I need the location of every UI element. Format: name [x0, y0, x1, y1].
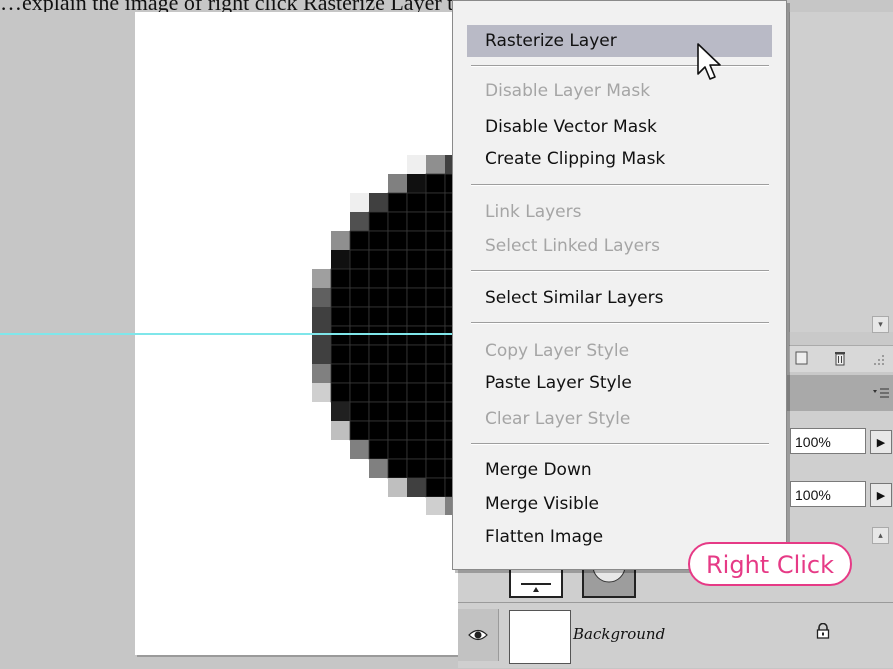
trash-icon[interactable] [833, 349, 847, 367]
layer-name: Background [573, 625, 666, 643]
new-layer-icon[interactable] [795, 350, 809, 366]
menu-item-merge-down[interactable]: Merge Down [467, 454, 772, 486]
menu-item-create-clipping-mask[interactable]: Create Clipping Mask [467, 143, 772, 175]
opacity-field[interactable]: 100% [790, 428, 866, 454]
layer-row-background[interactable]: Background [458, 602, 893, 669]
panel-toolbar [789, 345, 893, 372]
layer-context-menu: Rasterize Layer Disable Layer Mask Disab… [452, 0, 787, 570]
eye-icon [468, 629, 488, 641]
guide-line [0, 333, 458, 335]
navigator-panel [789, 12, 893, 332]
layer-visibility-toggle[interactable] [458, 609, 499, 661]
scroll-up-icon[interactable]: ▴ [872, 527, 889, 544]
fill-chevron-right-icon[interactable]: ▶ [870, 483, 892, 507]
lock-icon [816, 623, 830, 639]
arrow-cursor-icon [697, 43, 721, 80]
menu-item-merge-visible[interactable]: Merge Visible [467, 488, 772, 520]
pixel-circle-artwork [312, 155, 474, 515]
menu-item-disable-vector-mask[interactable]: Disable Vector Mask [467, 111, 772, 143]
menu-item-select-linked-layers: Select Linked Layers [485, 236, 660, 256]
layer-thumbnail [509, 610, 571, 664]
menu-separator [471, 270, 769, 272]
scroll-down-icon[interactable]: ▾ [872, 316, 889, 333]
menu-separator [471, 322, 769, 324]
fill-field[interactable]: 100% [790, 481, 866, 507]
menu-separator [471, 65, 769, 67]
menu-item-disable-layer-mask: Disable Layer Mask [485, 81, 651, 101]
menu-item-copy-layer-style: Copy Layer Style [485, 341, 630, 361]
panel-menu-icon[interactable] [872, 387, 890, 399]
menu-item-paste-layer-style[interactable]: Paste Layer Style [467, 367, 772, 399]
menu-separator [471, 443, 769, 445]
menu-item-select-similar-layers[interactable]: Select Similar Layers [467, 282, 772, 314]
menu-item-rasterize-layer[interactable]: Rasterize Layer [467, 25, 772, 57]
right-click-callout: Right Click [688, 542, 852, 586]
menu-separator [471, 184, 769, 186]
menu-item-link-layers: Link Layers [485, 202, 582, 222]
opacity-chevron-right-icon[interactable]: ▶ [870, 430, 892, 454]
resize-grip-icon[interactable] [869, 352, 885, 366]
menu-item-clear-layer-style: Clear Layer Style [485, 409, 631, 429]
